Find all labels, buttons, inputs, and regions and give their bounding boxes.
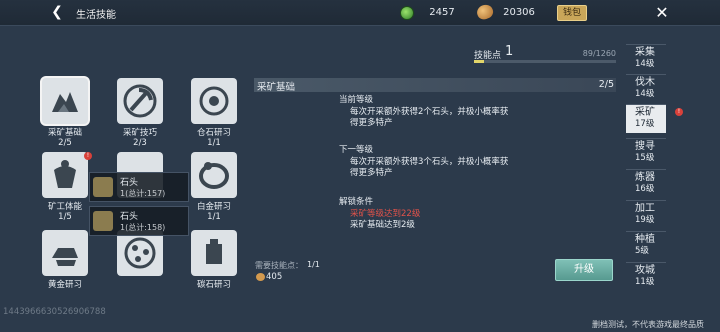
skill-network[interactable] xyxy=(112,230,168,276)
skill-points-progress-fill xyxy=(474,60,485,63)
side-tab-level: 15级 xyxy=(635,153,655,163)
current-level-desc-line1: 每次开采额外获得2个石头，并极小概率获 xyxy=(350,107,509,117)
cost-skill-points-label: 需要技能点： xyxy=(255,261,303,270)
skill-platinum-study[interactable]: 白金研习 1/1 xyxy=(186,152,242,222)
skill-name: 白金研习 xyxy=(196,202,231,212)
skill-warehouse-study[interactable]: 仓石研习 1/1 xyxy=(186,78,242,148)
detail-header xyxy=(254,78,616,92)
next-level-desc-line1: 每次开采额外获得3个石头，并极小概率获 xyxy=(350,157,509,167)
green-currency-icon xyxy=(400,6,414,20)
skill-level: 1/1 xyxy=(207,138,221,148)
unlock-requirement-met: 采矿基础达到2级 xyxy=(350,220,415,230)
gold-coin-icon xyxy=(475,2,495,22)
current-level-desc-line2: 得更多特产 xyxy=(350,118,393,128)
side-tab-level: 19级 xyxy=(635,215,655,225)
popup-item-name: 石头 xyxy=(120,178,139,188)
stone-item-icon xyxy=(93,211,113,231)
close-icon[interactable]: ✕ xyxy=(652,3,672,23)
skill-name: 采矿基础 xyxy=(47,128,82,138)
detail-level: 2/5 xyxy=(598,79,614,90)
red-dot-badge-icon: ! xyxy=(675,108,683,116)
unlock-conditions-label: 解锁条件 xyxy=(339,197,374,207)
skill-level: 2/3 xyxy=(133,138,147,148)
ring-icon xyxy=(191,152,237,198)
side-tab-name: 加工 xyxy=(635,203,655,214)
skill-points-progress-bar xyxy=(474,60,616,63)
side-tab-gathering[interactable]: 采集 14级 xyxy=(626,44,666,73)
upgrade-button[interactable]: 升级 xyxy=(555,259,613,281)
disc-stone-icon xyxy=(191,78,237,124)
gold-currency-value: 20306 xyxy=(503,7,535,18)
skill-gold-study[interactable]: 黄金研习 xyxy=(37,230,93,290)
cost-skill-points-value: 1/1 xyxy=(307,260,320,269)
skill-level: 1/1 xyxy=(207,212,221,222)
stone-item-icon xyxy=(93,177,113,197)
lantern-icon xyxy=(191,230,237,276)
side-tab-searching[interactable]: 搜寻 15级 xyxy=(626,138,666,167)
pickaxe-icon xyxy=(117,78,163,124)
skill-carbon-study[interactable]: 碳石研习 xyxy=(186,230,242,290)
top-bar: ❮ 生活技能 2457 20306 钱包 ✕ xyxy=(0,0,720,26)
item-gain-popup: 石头 1(总计:157) xyxy=(89,172,189,202)
skill-level: 1/5 xyxy=(58,212,72,222)
side-tab-logging[interactable]: 伐木 14级 xyxy=(626,74,666,103)
side-tab-planting[interactable]: 种植 5级 xyxy=(626,231,666,260)
skill-points-progress-text: 89/1260 xyxy=(582,49,616,58)
skill-name: 碳石研习 xyxy=(196,280,231,290)
skill-name: 仓石研习 xyxy=(196,128,231,138)
side-tab-name: 炼器 xyxy=(635,172,655,183)
red-dot-badge-icon: ! xyxy=(84,152,92,160)
skill-name: 采矿技巧 xyxy=(122,128,157,138)
side-tab-smithing[interactable]: 炼器 16级 xyxy=(626,169,666,198)
footer-id-text: 1443966630526906788 xyxy=(3,307,106,317)
wallet-button[interactable]: 钱包 xyxy=(557,5,587,21)
side-tab-level: 5级 xyxy=(635,246,649,256)
side-tab-name: 种植 xyxy=(635,234,655,245)
unlock-requirement-unmet: 采矿等级达到22级 xyxy=(350,209,421,219)
next-level-label: 下一等级 xyxy=(339,145,374,155)
popup-item-total: 1(总计:158) xyxy=(120,223,166,232)
muscle-torso-icon xyxy=(42,152,88,198)
side-tab-name: 伐木 xyxy=(635,77,655,88)
current-level-label: 当前等级 xyxy=(339,95,374,105)
side-tab-level: 14级 xyxy=(635,89,655,99)
side-tab-siege[interactable]: 攻城 11级 xyxy=(626,262,666,291)
next-level-desc-line2: 得更多特产 xyxy=(350,168,393,178)
side-tab-mining[interactable]: 采矿 17级 xyxy=(626,104,666,133)
detail-title: 采矿基础 xyxy=(257,82,296,93)
side-tab-level: 16级 xyxy=(635,184,655,194)
side-tab-name: 采集 xyxy=(635,47,655,58)
network-nodes-icon xyxy=(117,230,163,276)
popup-item-name: 石头 xyxy=(120,212,139,222)
gold-coin-icon xyxy=(256,273,265,281)
skill-mining-basics[interactable]: 采矿基础 2/5 xyxy=(37,78,93,148)
popup-item-total: 1(总计:157) xyxy=(120,189,166,198)
cost-money-value: 405 xyxy=(266,272,283,282)
skill-name: 矿工体能 xyxy=(47,202,82,212)
side-tab-level: 17级 xyxy=(635,119,655,129)
side-tab-name: 采矿 xyxy=(635,107,655,118)
footer-note: 删档测试，不代表游戏最终品质 xyxy=(592,320,704,329)
skill-points-value: 1 xyxy=(505,44,514,59)
side-tab-name: 搜寻 xyxy=(635,141,655,152)
window-title: 生活技能 xyxy=(76,10,116,21)
side-tab-processing[interactable]: 加工 19级 xyxy=(626,200,666,229)
item-gain-popup: 石头 1(总计:158) xyxy=(89,206,189,236)
gold-bar-icon xyxy=(42,230,88,276)
skill-level: 2/5 xyxy=(58,138,72,148)
back-arrow-icon[interactable]: ❮ xyxy=(48,3,66,21)
side-tab-level: 11级 xyxy=(635,277,655,287)
ore-rocks-icon xyxy=(42,78,88,124)
skill-miner-stamina[interactable]: 矿工体能 1/5 xyxy=(37,152,93,222)
side-tab-level: 14级 xyxy=(635,59,655,69)
green-currency-value: 2457 xyxy=(429,7,455,18)
side-tab-name: 攻城 xyxy=(635,265,655,276)
skill-name: 黄金研习 xyxy=(47,280,82,290)
skill-mining-technique[interactable]: 采矿技巧 2/3 xyxy=(112,78,168,148)
